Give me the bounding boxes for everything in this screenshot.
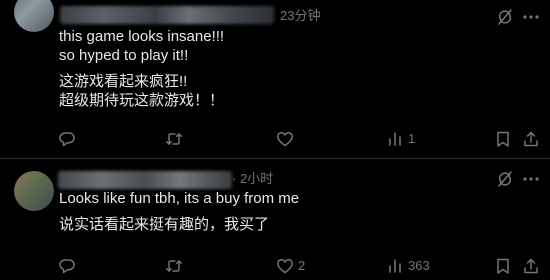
post-text-line: 这游戏看起来疯狂!!: [59, 73, 188, 90]
views-bar-chart-icon: [389, 132, 401, 146]
avatar[interactable]: [14, 171, 54, 211]
share-button[interactable]: [522, 128, 540, 150]
heart-icon: [277, 259, 293, 274]
bookmark-button[interactable]: [494, 128, 512, 150]
reply-button[interactable]: [58, 255, 80, 277]
more-dots-icon[interactable]: [522, 8, 540, 26]
reply-post[interactable]: 23分钟 this game looks insane!!! so hyped …: [0, 0, 550, 158]
reply-button[interactable]: [58, 128, 80, 150]
views-bar-chart-icon: [389, 259, 401, 273]
bookmark-icon: [497, 258, 509, 274]
bookmark-button[interactable]: [494, 255, 512, 277]
views-count: 363: [408, 258, 430, 273]
like-button[interactable]: 2: [276, 255, 305, 277]
author-name-redacted[interactable]: [60, 6, 274, 24]
reply-bubble-icon: [59, 259, 75, 274]
more-dots-icon[interactable]: [522, 170, 540, 188]
heart-icon: [277, 132, 293, 147]
action-bar: 2 363: [0, 255, 550, 277]
post-timestamp[interactable]: 23分钟: [280, 8, 320, 24]
post-text-line: Looks like fun tbh, its a buy from me: [59, 190, 300, 207]
post-text-line: so hyped to play it!!: [59, 47, 189, 64]
grok-icon[interactable]: [496, 8, 514, 26]
like-count: 2: [298, 258, 306, 273]
reply-post[interactable]: · 2小时 Looks like fun tbh, its a buy from…: [0, 159, 550, 280]
repost-button[interactable]: [165, 255, 187, 277]
views-count: 1: [408, 131, 416, 146]
post-text-line: 超级期待玩这款游戏！！: [59, 92, 225, 109]
repost-icon: [166, 260, 182, 272]
views-button[interactable]: 363: [386, 255, 430, 277]
avatar[interactable]: [14, 0, 54, 32]
share-icon: [524, 258, 538, 274]
grok-icon[interactable]: [496, 170, 514, 188]
author-name-redacted[interactable]: [58, 171, 232, 189]
post-text-line: 说实话看起来挺有趣的，我买了: [59, 216, 270, 233]
views-button[interactable]: 1: [386, 128, 415, 150]
reply-bubble-icon: [59, 132, 75, 147]
post-text-line: this game looks insane!!!: [59, 28, 225, 45]
bookmark-icon: [497, 131, 509, 147]
share-button[interactable]: [522, 255, 540, 277]
post-timestamp[interactable]: · 2小时: [232, 171, 273, 187]
repost-button[interactable]: [165, 128, 187, 150]
like-button[interactable]: [276, 128, 298, 150]
share-icon: [524, 131, 538, 147]
action-bar: 1: [0, 128, 550, 150]
repost-icon: [166, 133, 182, 145]
